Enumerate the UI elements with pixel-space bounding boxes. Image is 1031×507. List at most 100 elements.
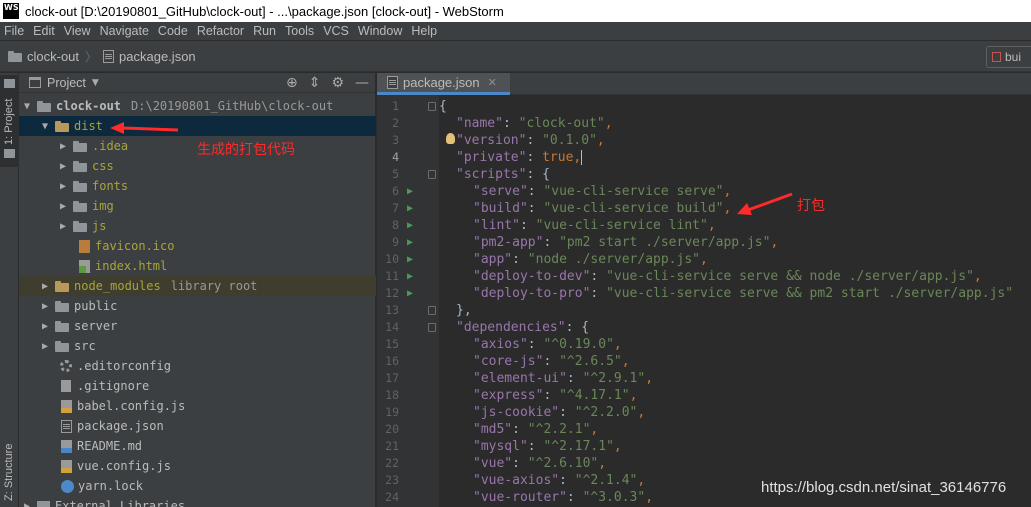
code-token: }, xyxy=(456,303,472,318)
tree-item-yarn-lock[interactable]: yarn.lock xyxy=(19,476,376,496)
menu-refactor[interactable]: Refactor xyxy=(197,24,244,38)
chevron-down-icon[interactable]: ▼ xyxy=(39,121,51,132)
code-token: : xyxy=(527,337,544,352)
menu-navigate[interactable]: Navigate xyxy=(100,24,149,38)
run-script-icon[interactable]: ▶ xyxy=(407,251,417,268)
breadcrumb-file[interactable]: package.json xyxy=(103,49,196,64)
markdown-file-icon xyxy=(61,439,72,453)
run-script-icon[interactable]: ▶ xyxy=(407,285,417,302)
code-token: "express" xyxy=(473,388,544,403)
chevron-right-icon[interactable]: ▶ xyxy=(39,281,51,292)
tree-item-index-html[interactable]: index.html xyxy=(19,256,376,276)
tree-item-clock-out[interactable]: ▼ clock-out D:\20190801_GitHub\clock-out xyxy=(19,96,376,116)
tree-item-path: D:\20190801_GitHub\clock-out xyxy=(131,99,334,113)
chevron-right-icon[interactable]: ▶ xyxy=(57,141,69,152)
tree-item-favicon[interactable]: favicon.ico xyxy=(19,236,376,256)
tree-item-src[interactable]: ▶ src xyxy=(19,336,376,356)
tree-item-external-libraries[interactable]: ▶ External Libraries xyxy=(19,496,376,507)
tree-item-server[interactable]: ▶ server xyxy=(19,316,376,336)
menu-bar: File Edit View Navigate Code Refactor Ru… xyxy=(0,22,1031,40)
code-editor[interactable]: 1{2 "name": "clock-out", 3 "version": "0.1.… xyxy=(377,95,1031,507)
chevron-right-icon[interactable]: ▶ xyxy=(39,321,51,332)
code-token: "version" xyxy=(456,133,527,148)
tree-item-package-json[interactable]: package.json xyxy=(19,416,376,436)
tab-package-json[interactable]: package.json ✕ xyxy=(377,73,510,95)
menu-file[interactable]: File xyxy=(4,24,24,38)
code-token: "^2.2.1" xyxy=(527,422,591,437)
text-caret xyxy=(581,150,583,165)
fold-marker-icon[interactable] xyxy=(428,170,436,179)
menu-vcs[interactable]: VCS xyxy=(323,24,349,38)
project-view-selector[interactable]: Project xyxy=(47,76,86,90)
build-config-button[interactable]: bui xyxy=(986,46,1031,68)
tree-item-fonts[interactable]: ▶ fonts xyxy=(19,176,376,196)
code-line: 14 "dependencies": { xyxy=(377,319,1031,336)
structure-tool-tab[interactable]: Z: Structure xyxy=(0,413,19,505)
chevron-right-icon[interactable]: ▶ xyxy=(39,341,51,352)
collapse-all-icon[interactable]: ⇕ xyxy=(309,74,321,92)
chevron-right-icon[interactable]: ▶ xyxy=(21,501,33,507)
line-number: 2 xyxy=(392,116,399,130)
code-token: , xyxy=(699,252,708,267)
chevron-down-icon[interactable]: ▼ xyxy=(21,101,33,112)
line-number: 1 xyxy=(392,99,399,113)
run-script-icon[interactable]: ▶ xyxy=(407,217,417,234)
close-icon[interactable]: ✕ xyxy=(488,76,497,89)
run-script-icon[interactable]: ▶ xyxy=(407,234,417,251)
menu-help[interactable]: Help xyxy=(411,24,437,38)
code-token: : { xyxy=(565,320,590,335)
tree-item-readme[interactable]: README.md xyxy=(19,436,376,456)
image-file-icon xyxy=(79,239,90,253)
code-token: "pm2-app" xyxy=(473,235,544,250)
breadcrumb-project[interactable]: clock-out xyxy=(8,49,79,64)
gear-icon[interactable]: ⚙ xyxy=(331,74,344,92)
tree-item-editorconfig[interactable]: .editorconfig xyxy=(19,356,376,376)
code-text: { xyxy=(439,98,447,115)
yarn-icon xyxy=(61,479,74,493)
lightbulb-icon[interactable] xyxy=(446,133,455,144)
code-token: "build" xyxy=(473,201,528,216)
minimize-icon[interactable]: — xyxy=(355,74,369,92)
run-script-icon[interactable]: ▶ xyxy=(407,183,417,200)
code-token: "name" xyxy=(456,116,503,131)
tree-item-img[interactable]: ▶ img xyxy=(19,196,376,216)
tree-item-vue-config[interactable]: vue.config.js xyxy=(19,456,376,476)
tree-item-css[interactable]: ▶ css xyxy=(19,156,376,176)
folder-icon xyxy=(73,220,87,232)
locate-file-icon[interactable]: ⊕ xyxy=(286,74,298,92)
code-token: , xyxy=(723,184,732,199)
chevron-down-icon[interactable]: ▼ xyxy=(92,78,99,88)
tree-item-babel-config[interactable]: babel.config.js xyxy=(19,396,376,416)
code-token: , xyxy=(604,116,613,131)
tree-item-label: img xyxy=(92,199,114,213)
code-token: "vue-cli-service serve" xyxy=(543,184,724,199)
fold-marker-icon[interactable] xyxy=(428,323,436,332)
menu-edit[interactable]: Edit xyxy=(33,24,55,38)
webstorm-logo-icon: WS xyxy=(3,3,19,19)
tree-item-js[interactable]: ▶ js xyxy=(19,216,376,236)
chevron-right-icon[interactable]: ▶ xyxy=(39,301,51,312)
tab-label: package.json xyxy=(403,75,480,90)
run-script-icon[interactable]: ▶ xyxy=(407,268,417,285)
fold-marker-icon[interactable] xyxy=(428,306,436,315)
chevron-right-icon[interactable]: ▶ xyxy=(57,201,69,212)
menu-run[interactable]: Run xyxy=(253,24,276,38)
menu-window[interactable]: Window xyxy=(358,24,402,38)
tree-item-node-modules[interactable]: ▶ node_modules library root xyxy=(19,276,376,296)
tree-item-label: css xyxy=(92,159,114,173)
code-text: "element-ui": "^2.9.1", xyxy=(473,370,653,387)
menu-tools[interactable]: Tools xyxy=(285,24,314,38)
chevron-right-icon[interactable]: ▶ xyxy=(57,181,69,192)
project-tool-tab[interactable]: 1: Project xyxy=(0,75,19,167)
menu-view[interactable]: View xyxy=(64,24,91,38)
menu-code[interactable]: Code xyxy=(158,24,188,38)
fold-marker-icon[interactable] xyxy=(428,102,436,111)
tree-item-gitignore[interactable]: .gitignore xyxy=(19,376,376,396)
line-number: 20 xyxy=(385,422,399,436)
code-text: "app": "node ./server/app.js", xyxy=(473,251,708,268)
run-script-icon[interactable]: ▶ xyxy=(407,200,417,217)
tree-item-public[interactable]: ▶ public xyxy=(19,296,376,316)
tree-item-dist[interactable]: ▼ dist xyxy=(19,116,376,136)
chevron-right-icon[interactable]: ▶ xyxy=(57,161,69,172)
chevron-right-icon[interactable]: ▶ xyxy=(57,221,69,232)
